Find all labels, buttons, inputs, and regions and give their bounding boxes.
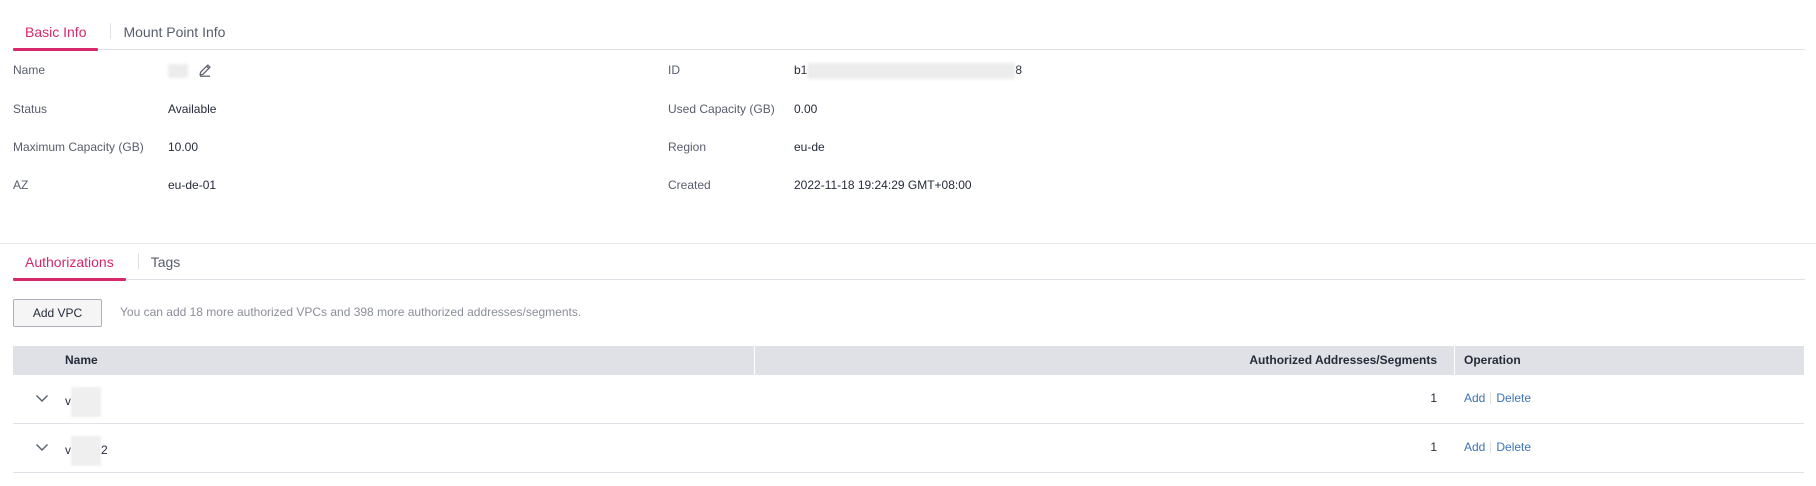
max-capacity-label: Maximum Capacity (GB) xyxy=(13,140,144,154)
status-label: Status xyxy=(13,102,48,116)
az-value: eu-de-01 xyxy=(168,178,217,192)
edit-pencil-icon[interactable] xyxy=(197,62,213,78)
row-address-count: 1 xyxy=(1430,440,1437,454)
authorizations-table: Name Authorized Addresses/Segments Opera… xyxy=(13,346,1804,473)
basic-info-tabs: Basic Info Mount Point Info xyxy=(13,13,1805,51)
region-label: Region xyxy=(668,140,707,154)
created-value: 2022-11-18 19:24:29 GMT+08:00 xyxy=(794,178,972,192)
row-address-count: 1 xyxy=(1430,391,1437,405)
col-operation-header: Operation xyxy=(1464,353,1521,367)
op-separator xyxy=(1490,441,1492,453)
add-address-link[interactable]: Add xyxy=(1464,440,1485,454)
row-vpc-name-redacted xyxy=(71,387,101,417)
row-vpc-name-redacted xyxy=(71,436,101,466)
tab-authorizations[interactable]: Authorizations xyxy=(13,253,126,281)
used-capacity-label: Used Capacity (GB) xyxy=(668,102,775,116)
region-value: eu-de xyxy=(794,140,825,154)
col-addresses-header: Authorized Addresses/Segments xyxy=(1249,353,1437,367)
id-value-redacted xyxy=(807,62,1016,79)
row-vpc-name: v 2 xyxy=(65,436,113,466)
col-name-header: Name xyxy=(65,353,98,367)
chevron-down-icon[interactable] xyxy=(35,440,49,454)
op-separator xyxy=(1490,392,1492,404)
az-label: AZ xyxy=(13,178,29,192)
id-value-suffix: 8 xyxy=(1015,63,1023,77)
name-value xyxy=(168,62,188,78)
row-vpc-name: v xyxy=(65,387,113,417)
authorizations-tabs: Authorizations Tags xyxy=(13,243,1805,281)
tab-basic-info[interactable]: Basic Info xyxy=(13,23,99,51)
used-capacity-value: 0.00 xyxy=(794,102,818,116)
tab-tags[interactable]: Tags xyxy=(151,253,193,279)
add-vpc-button[interactable]: Add VPC xyxy=(13,299,102,327)
max-capacity-value: 10.00 xyxy=(168,140,199,154)
quota-hint: You can add 18 more authorized VPCs and … xyxy=(120,305,582,319)
column-divider xyxy=(1454,346,1455,375)
table-header: Name Authorized Addresses/Segments Opera… xyxy=(13,346,1804,375)
status-value: Available xyxy=(168,102,217,116)
table-row: v 2 1 Add Delete xyxy=(13,424,1804,473)
tab-mount-point-info[interactable]: Mount Point Info xyxy=(123,23,237,49)
tab-separator xyxy=(137,253,139,269)
table-row: v 1 Add Delete xyxy=(13,375,1804,424)
tab-separator xyxy=(110,23,112,39)
delete-vpc-link[interactable]: Delete xyxy=(1496,391,1531,405)
column-divider xyxy=(754,346,755,375)
name-label: Name xyxy=(13,63,46,77)
row-operations: Add Delete xyxy=(1464,440,1531,454)
chevron-down-icon[interactable] xyxy=(35,391,49,405)
id-value: b1 8 xyxy=(794,62,1022,79)
add-address-link[interactable]: Add xyxy=(1464,391,1485,405)
created-label: Created xyxy=(668,178,711,192)
id-label: ID xyxy=(668,63,680,77)
id-value-prefix: b1 xyxy=(794,63,808,77)
row-operations: Add Delete xyxy=(1464,391,1531,405)
delete-vpc-link[interactable]: Delete xyxy=(1496,440,1531,454)
row-vpc-name-suffix: 2 xyxy=(101,443,108,457)
name-value-redacted xyxy=(168,63,188,78)
